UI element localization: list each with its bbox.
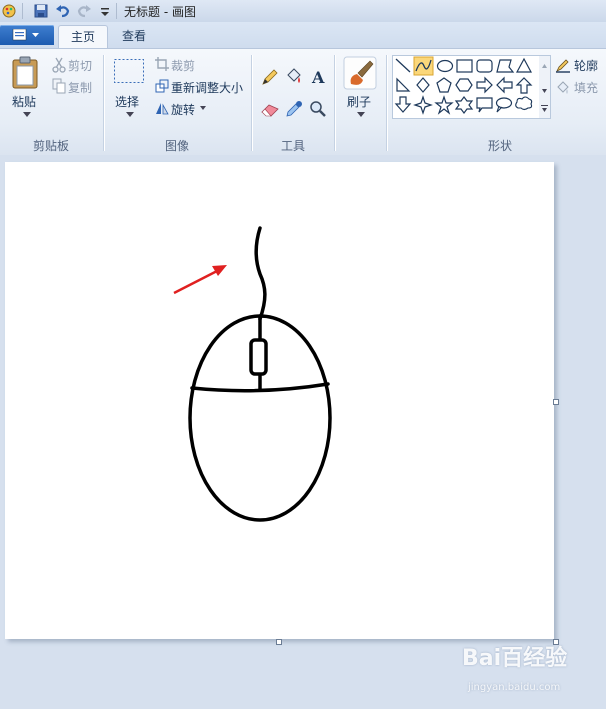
- curve-shape-icon[interactable]: [413, 56, 434, 76]
- copy-button[interactable]: 复制: [68, 79, 92, 96]
- tools-group-label: 工具: [280, 139, 305, 153]
- rect-callout-shape-icon[interactable]: [476, 97, 493, 113]
- up-arrow-shape-icon[interactable]: [515, 77, 533, 94]
- outline-button[interactable]: 轮廓: [574, 57, 598, 74]
- group-divider: [386, 55, 387, 151]
- left-arrow-shape-icon[interactable]: [496, 76, 513, 94]
- right-triangle-shape-icon[interactable]: [396, 77, 411, 92]
- hexagon-shape-icon[interactable]: [455, 78, 473, 92]
- resize-button[interactable]: 重新调整大小: [171, 79, 243, 96]
- six-point-star-shape-icon[interactable]: [454, 96, 474, 114]
- paint-app-icon[interactable]: [1, 3, 17, 19]
- mouse-cable: [254, 226, 267, 321]
- rectangle-shape-icon[interactable]: [456, 59, 473, 73]
- group-divider: [103, 55, 104, 151]
- copy-icon: [52, 78, 66, 94]
- shapes-gallery: [392, 55, 541, 119]
- polygon-shape-icon[interactable]: [496, 59, 515, 73]
- resize-icon: [155, 79, 169, 93]
- cut-button[interactable]: 剪切: [68, 57, 92, 74]
- redo-icon[interactable]: [76, 3, 92, 19]
- mouse-drawing: [188, 226, 332, 522]
- crop-button[interactable]: 裁剪: [171, 57, 195, 74]
- brushes-dropdown-icon[interactable]: [357, 112, 365, 118]
- oval-shape-icon[interactable]: [436, 59, 454, 73]
- watermark-url: jingyan.baidu.com: [468, 682, 561, 693]
- image-group-label: 图像: [164, 139, 189, 153]
- pentagon-shape-icon[interactable]: [436, 77, 452, 93]
- paste-button[interactable]: 粘贴: [12, 93, 36, 110]
- brush-icon: [343, 56, 377, 90]
- crop-icon: [155, 57, 169, 71]
- paint-menu-button[interactable]: [0, 25, 54, 45]
- rotate-dropdown-icon[interactable]: [200, 106, 206, 110]
- menu-icon: [12, 29, 39, 41]
- shapes-group-label: 形状: [487, 139, 512, 153]
- five-point-star-shape-icon[interactable]: [434, 95, 454, 115]
- fill-bucket-icon[interactable]: [284, 67, 304, 87]
- oval-callout-shape-icon[interactable]: [495, 97, 513, 113]
- fill-icon: [557, 81, 569, 94]
- cloud-callout-shape-icon[interactable]: [515, 96, 533, 111]
- canvas-resize-handle-bottom[interactable]: [276, 639, 282, 645]
- brushes-button[interactable]: 刷子: [347, 93, 371, 110]
- group-divider: [334, 55, 335, 151]
- ribbon: 粘贴 剪切 复制 剪贴板 选择 裁剪 重新调整大小 旋转 图像 A 工具 刷子 …: [0, 48, 606, 156]
- pencil-icon[interactable]: [260, 67, 280, 87]
- scroll-down-icon[interactable]: [542, 89, 547, 93]
- undo-icon[interactable]: [55, 3, 71, 19]
- paste-dropdown-icon[interactable]: [23, 112, 31, 118]
- four-point-star-shape-icon[interactable]: [413, 95, 433, 115]
- tab-home[interactable]: 主页: [58, 25, 109, 49]
- scroll-up-icon[interactable]: [542, 64, 547, 68]
- drawing-canvas[interactable]: [5, 162, 554, 639]
- select-dropdown-icon[interactable]: [126, 112, 134, 118]
- customize-toolbar-icon[interactable]: [97, 3, 113, 19]
- fill-button[interactable]: 填充: [574, 79, 598, 96]
- clipboard-group-label: 剪贴板: [32, 139, 69, 153]
- group-divider: [251, 55, 252, 151]
- right-arrow-shape-icon[interactable]: [476, 76, 493, 94]
- diamond-shape-icon[interactable]: [416, 77, 430, 93]
- watermark-brand: Bai百经验: [462, 646, 568, 671]
- tab-view[interactable]: 查看: [110, 25, 158, 48]
- cut-icon: [52, 57, 66, 73]
- window-title: 无标题 - 画图: [124, 5, 196, 19]
- down-arrow-shape-icon[interactable]: [394, 96, 412, 113]
- rounded-rectangle-shape-icon[interactable]: [476, 59, 493, 73]
- baidu-watermark: Bai百经验 jingyan.baidu.com: [462, 640, 602, 700]
- color-picker-icon[interactable]: [284, 99, 304, 119]
- select-button[interactable]: 选择: [115, 93, 139, 110]
- magnifier-icon[interactable]: [308, 99, 328, 119]
- save-icon[interactable]: [33, 3, 49, 19]
- rotate-button[interactable]: 旋转: [171, 101, 195, 118]
- svg-text:A: A: [311, 68, 325, 87]
- triangle-shape-icon[interactable]: [515, 57, 533, 73]
- eraser-icon[interactable]: [260, 99, 280, 119]
- shapes-gallery-scrollbar[interactable]: [539, 55, 551, 119]
- canvas-resize-handle-right[interactable]: [553, 399, 559, 405]
- paste-icon: [12, 56, 38, 89]
- canvas-area: [0, 155, 606, 709]
- title-bar: 无标题 - 画图: [0, 0, 606, 23]
- mouse-scroll-wheel: [249, 338, 268, 376]
- expand-gallery-icon[interactable]: [541, 105, 548, 112]
- rotate-icon: [156, 103, 169, 115]
- outline-icon: [556, 59, 570, 73]
- text-tool-icon[interactable]: A: [308, 67, 328, 87]
- red-arrow-annotation: [173, 265, 227, 295]
- select-icon: [114, 59, 144, 83]
- line-shape-icon[interactable]: [395, 58, 411, 73]
